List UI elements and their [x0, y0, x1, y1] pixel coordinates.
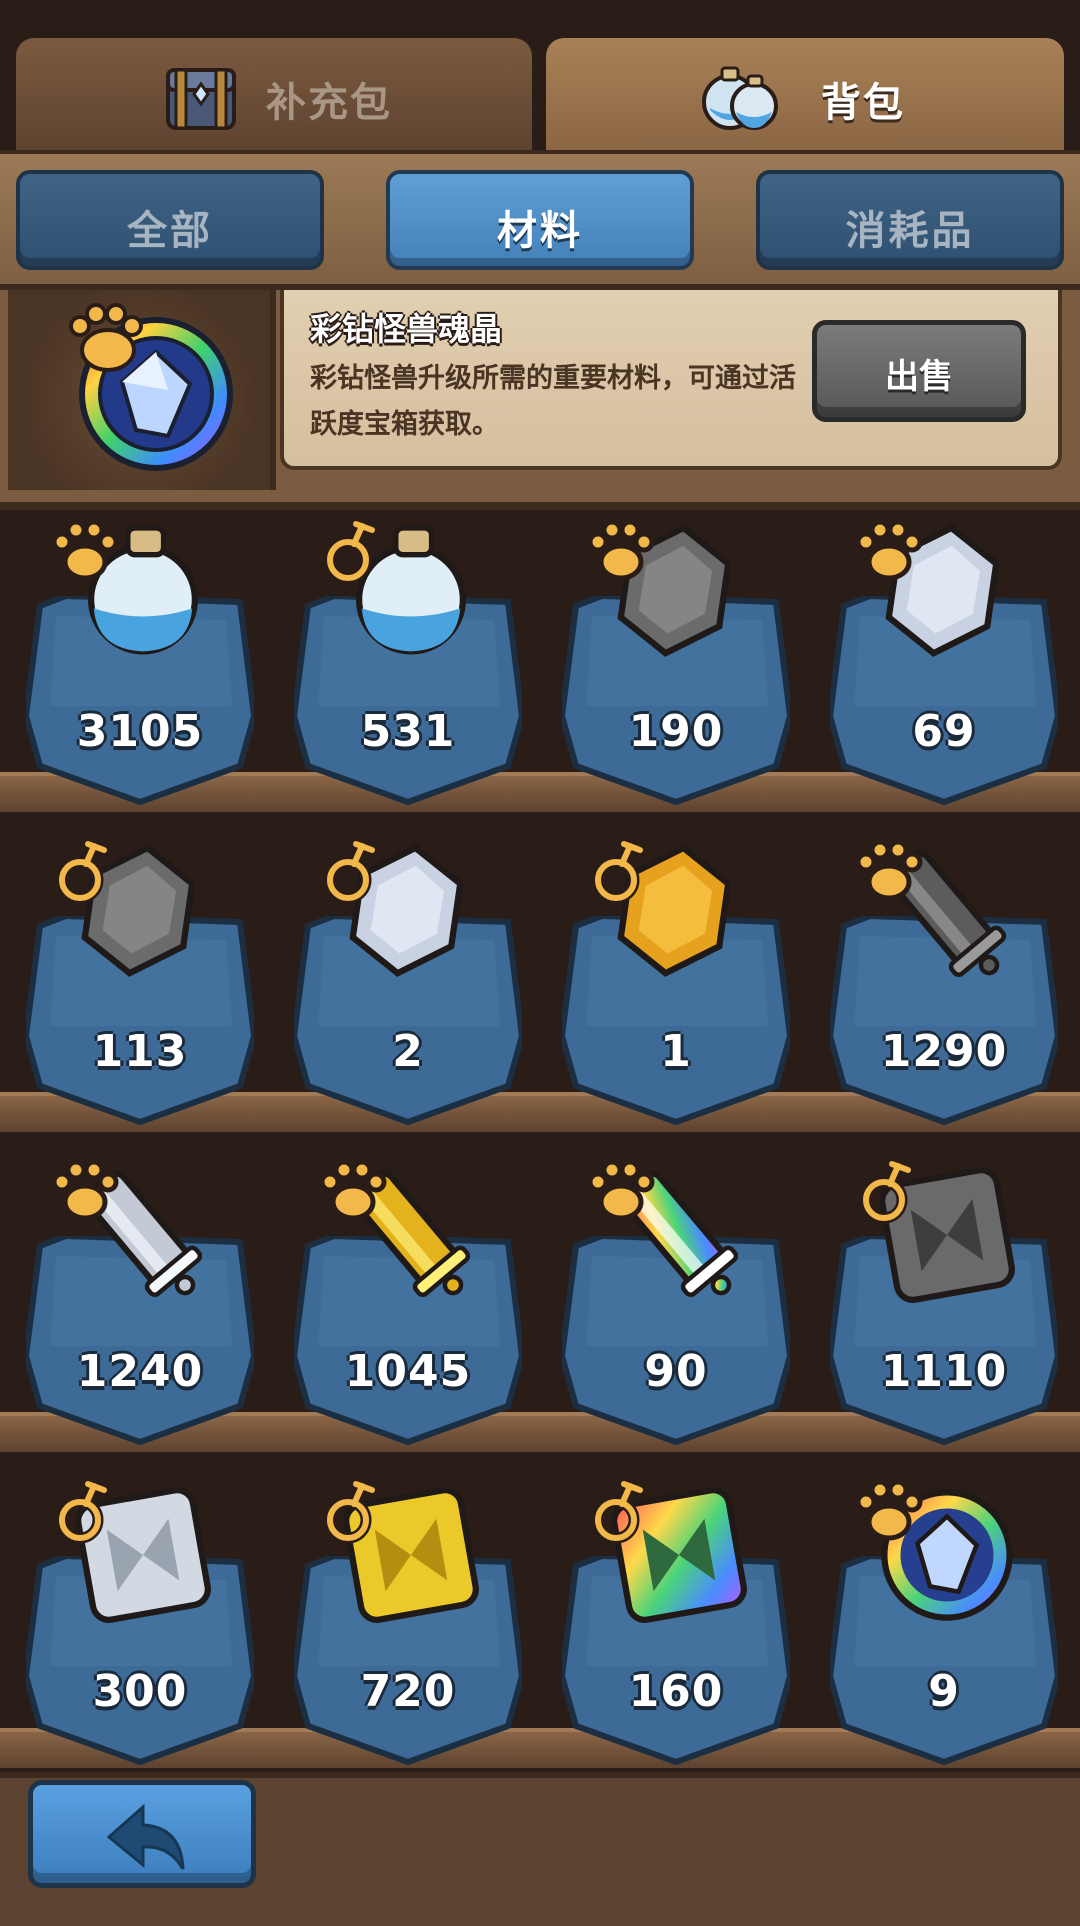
flask-badge-icon [56, 1478, 110, 1544]
inventory-item-slot[interactable]: 1290 [824, 830, 1064, 1140]
paw-badge-icon [587, 519, 655, 581]
item-count: 1240 [76, 1346, 204, 1397]
paw-badge-icon [855, 1479, 923, 1541]
inventory-item-slot[interactable]: 3105 [20, 510, 260, 820]
filter-tab-bar: 全部 材料 消耗品 [0, 150, 1080, 290]
top-tab-bar: 补充包 背包 [0, 0, 1080, 152]
filter-tab-materials[interactable]: 材料 [386, 170, 694, 270]
paw-badge-icon [51, 1159, 119, 1221]
item-count: 1045 [344, 1346, 472, 1397]
filter-tab-label: 全部 [127, 208, 213, 254]
inventory-item-slot[interactable]: 300 [20, 1470, 260, 1780]
paw-badge-icon [51, 519, 119, 581]
tab-backpack[interactable]: 背包 [542, 34, 1068, 152]
flask-badge-icon [324, 1478, 378, 1544]
back-button[interactable] [28, 1780, 256, 1888]
item-count: 531 [360, 706, 456, 757]
inventory-item-slot[interactable]: 720 [288, 1470, 528, 1780]
inventory-grid: 3105 531 190 69 113 2 1 1290 1240 1045 9… [20, 510, 1060, 1790]
flask-badge-icon [56, 838, 110, 904]
item-count: 2 [392, 1026, 424, 1077]
inventory-item-slot[interactable]: 160 [556, 1470, 796, 1780]
filter-tab-consumables[interactable]: 消耗品 [756, 170, 1064, 270]
filter-tab-all[interactable]: 全部 [16, 170, 324, 270]
item-count: 190 [628, 706, 724, 757]
item-detail-panel: 彩钻怪兽魂晶 彩钻怪兽升级所需的重要材料，可通过活跃度宝箱获取。 出售 [0, 290, 1080, 510]
sell-button[interactable]: 出售 [812, 320, 1026, 422]
inventory-item-slot[interactable]: 69 [824, 510, 1064, 820]
inventory-item-slot[interactable]: 2 [288, 830, 528, 1140]
flask-badge-icon [324, 838, 378, 904]
paw-badge-icon [855, 839, 923, 901]
back-arrow-icon [106, 1803, 185, 1870]
tab-label: 补充包 [266, 80, 392, 126]
item-count: 1290 [880, 1026, 1008, 1077]
flask-badge-icon [860, 1158, 914, 1224]
inventory-item-slot[interactable]: 1045 [288, 1150, 528, 1460]
inventory-item-slot[interactable]: 1240 [20, 1150, 260, 1460]
sell-button-label: 出售 [885, 357, 953, 397]
inventory-item-slot[interactable]: 1 [556, 830, 796, 1140]
paw-badge-icon [319, 1159, 387, 1221]
inventory-item-slot[interactable]: 1110 [824, 1150, 1064, 1460]
item-description-card: 彩钻怪兽魂晶 彩钻怪兽升级所需的重要材料，可通过活跃度宝箱获取。 出售 [280, 290, 1062, 470]
inventory-item-slot[interactable]: 9 [824, 1470, 1064, 1780]
inventory-item-slot[interactable]: 531 [288, 510, 528, 820]
item-count: 1110 [880, 1346, 1008, 1397]
item-count: 160 [628, 1666, 724, 1717]
tab-refill-pack[interactable]: 补充包 [12, 34, 536, 152]
item-count: 1 [660, 1026, 692, 1077]
filter-tab-label: 材料 [497, 208, 583, 254]
item-count: 69 [912, 706, 976, 757]
inventory-item-slot[interactable]: 190 [556, 510, 796, 820]
inventory-item-slot[interactable]: 90 [556, 1150, 796, 1460]
paw-badge-icon [855, 519, 923, 581]
item-count: 9 [928, 1666, 960, 1717]
chest-icon [166, 68, 236, 130]
flask-badge-icon [324, 518, 378, 584]
item-description: 彩钻怪兽升级所需的重要材料，可通过活跃度宝箱获取。 [310, 363, 796, 440]
filter-tab-label: 消耗品 [845, 208, 975, 254]
potion-bag-icon [702, 66, 778, 130]
item-name: 彩钻怪兽魂晶 [310, 310, 503, 348]
paw-badge-icon [587, 1159, 655, 1221]
item-count: 300 [92, 1666, 188, 1717]
item-count: 90 [644, 1346, 708, 1397]
flask-badge-icon [592, 838, 646, 904]
inventory-item-slot[interactable]: 113 [20, 830, 260, 1140]
tab-label: 背包 [821, 80, 905, 126]
item-count: 720 [360, 1666, 456, 1717]
item-count: 3105 [76, 706, 204, 757]
selected-item-slot [8, 290, 276, 490]
flask-badge-icon [592, 1478, 646, 1544]
item-count: 113 [92, 1026, 188, 1077]
rainbow-soul-crystal-icon [69, 303, 233, 471]
